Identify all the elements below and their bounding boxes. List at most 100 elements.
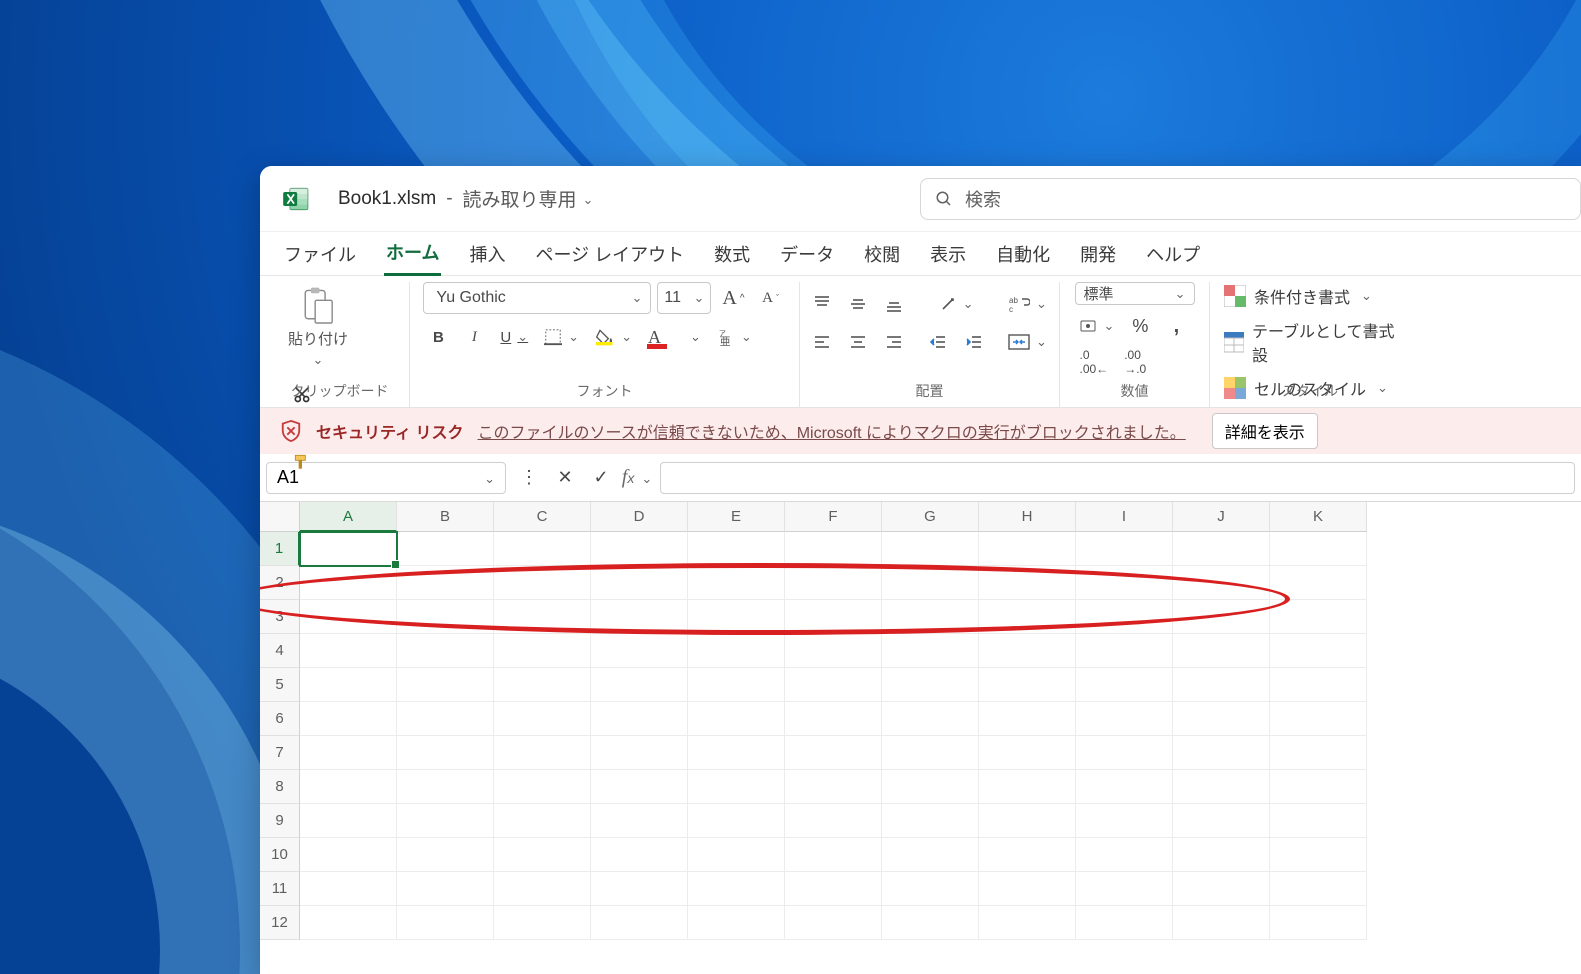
paste-button[interactable]: 貼り付け [280, 282, 356, 373]
cell[interactable] [397, 872, 494, 906]
cell[interactable] [1270, 532, 1367, 566]
border-button[interactable] [539, 322, 584, 352]
cell[interactable] [785, 736, 882, 770]
enter-formula-button[interactable]: ✓ [586, 463, 616, 493]
cell[interactable] [494, 838, 591, 872]
cell[interactable] [688, 532, 785, 566]
cell[interactable] [591, 600, 688, 634]
cell[interactable] [1270, 838, 1367, 872]
cell[interactable] [1270, 702, 1367, 736]
italic-button[interactable]: I [459, 322, 489, 352]
cell[interactable] [979, 566, 1076, 600]
cell[interactable] [1270, 736, 1367, 770]
bold-button[interactable]: B [423, 322, 453, 352]
align-top-button[interactable] [807, 289, 837, 319]
cell[interactable] [494, 804, 591, 838]
cell[interactable] [1076, 702, 1173, 736]
cell[interactable] [979, 770, 1076, 804]
cell[interactable] [882, 566, 979, 600]
column-header[interactable]: E [688, 502, 785, 532]
cell[interactable] [397, 736, 494, 770]
row-header[interactable]: 8 [260, 770, 300, 804]
number-format-dropdown[interactable]: 標準 [1075, 282, 1195, 305]
cell[interactable] [300, 804, 397, 838]
cell[interactable] [979, 872, 1076, 906]
cell[interactable] [979, 804, 1076, 838]
cell[interactable] [591, 872, 688, 906]
cell[interactable] [591, 736, 688, 770]
cell[interactable] [397, 634, 494, 668]
cell[interactable] [1076, 532, 1173, 566]
cell[interactable] [785, 872, 882, 906]
cell[interactable] [1270, 872, 1367, 906]
cell[interactable] [591, 804, 688, 838]
decrease-indent-button[interactable] [923, 327, 953, 357]
cell[interactable] [688, 736, 785, 770]
cell[interactable] [688, 668, 785, 702]
cell[interactable] [494, 532, 591, 566]
cell[interactable] [785, 566, 882, 600]
column-header[interactable]: G [882, 502, 979, 532]
cell[interactable] [882, 532, 979, 566]
cell[interactable] [1076, 634, 1173, 668]
cell[interactable] [1173, 804, 1270, 838]
align-center-button[interactable] [843, 327, 873, 357]
cell[interactable] [591, 838, 688, 872]
increase-decimal-button[interactable]: .0.00← [1075, 347, 1114, 377]
cell[interactable] [494, 600, 591, 634]
font-name-dropdown[interactable]: Yu Gothic [423, 282, 651, 314]
cell[interactable] [882, 804, 979, 838]
row-header[interactable]: 10 [260, 838, 300, 872]
underline-button[interactable]: U [495, 322, 533, 352]
column-header[interactable]: J [1173, 502, 1270, 532]
align-bottom-button[interactable] [879, 289, 909, 319]
cell[interactable] [300, 566, 397, 600]
search-box[interactable]: 検索 [920, 178, 1581, 220]
cell[interactable] [785, 532, 882, 566]
tab-表示[interactable]: 表示 [928, 233, 968, 275]
cell[interactable] [1173, 872, 1270, 906]
cell[interactable] [785, 804, 882, 838]
cell[interactable] [1173, 906, 1270, 940]
column-header[interactable]: F [785, 502, 882, 532]
row-header[interactable]: 5 [260, 668, 300, 702]
cell[interactable] [688, 872, 785, 906]
cell[interactable] [785, 600, 882, 634]
cell[interactable] [1076, 838, 1173, 872]
cell[interactable] [1076, 566, 1173, 600]
align-right-button[interactable] [879, 327, 909, 357]
cell[interactable] [591, 906, 688, 940]
cell[interactable] [300, 906, 397, 940]
column-header[interactable]: I [1076, 502, 1173, 532]
cell[interactable] [688, 702, 785, 736]
formula-input[interactable] [660, 462, 1575, 494]
cell[interactable] [882, 906, 979, 940]
cell[interactable] [882, 702, 979, 736]
cell[interactable] [1173, 702, 1270, 736]
cell[interactable] [882, 634, 979, 668]
cell[interactable] [979, 532, 1076, 566]
cell[interactable] [1076, 872, 1173, 906]
phonetic-button[interactable]: ア亜 [712, 322, 757, 352]
align-left-button[interactable] [807, 327, 837, 357]
cell[interactable] [1173, 736, 1270, 770]
cell[interactable] [979, 668, 1076, 702]
cell[interactable] [688, 770, 785, 804]
cell[interactable] [1173, 838, 1270, 872]
increase-indent-button[interactable] [959, 327, 989, 357]
cell[interactable] [979, 634, 1076, 668]
cell[interactable] [591, 770, 688, 804]
cell[interactable] [979, 736, 1076, 770]
cell[interactable] [785, 668, 882, 702]
row-header[interactable]: 12 [260, 906, 300, 940]
cell[interactable] [688, 634, 785, 668]
cell[interactable] [1270, 668, 1367, 702]
select-all-corner[interactable] [260, 502, 300, 532]
row-header[interactable]: 3 [260, 600, 300, 634]
comma-button[interactable]: , [1161, 311, 1191, 341]
row-header[interactable]: 7 [260, 736, 300, 770]
tab-ヘルプ[interactable]: ヘルプ [1144, 233, 1202, 275]
column-header[interactable]: K [1270, 502, 1367, 532]
cell[interactable] [785, 702, 882, 736]
cell[interactable] [494, 668, 591, 702]
